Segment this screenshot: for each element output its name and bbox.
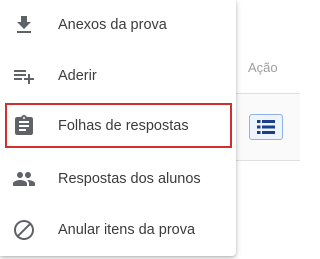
- menu-item-label: Folhas de respostas: [58, 118, 189, 134]
- menu-item-label: Anular itens da prova: [58, 222, 196, 238]
- column-header-action: Ação: [248, 60, 278, 75]
- menu-item-folhas-de-respostas[interactable]: Folhas de respostas: [0, 101, 236, 151]
- download-icon: [12, 13, 36, 37]
- block-icon: [12, 218, 36, 242]
- menu-item-anexos-da-prova[interactable]: Anexos da prova: [0, 0, 236, 50]
- assignment-icon: [12, 114, 36, 138]
- menu-item-aderir[interactable]: Aderir: [0, 51, 236, 101]
- menu-item-respostas-dos-alunos[interactable]: Respostas dos alunos: [0, 154, 236, 204]
- menu-item-label: Aderir: [58, 68, 97, 84]
- table-divider: [236, 160, 300, 161]
- menu-item-label: Respostas dos alunos: [58, 171, 201, 187]
- menu-item-anular-itens-da-prova[interactable]: Anular itens da prova: [0, 205, 236, 255]
- people-icon: [12, 167, 36, 191]
- actions-menu: Anexos da prova Aderir Folhas de respost…: [0, 0, 236, 256]
- menu-item-label: Anexos da prova: [58, 17, 167, 33]
- row-action-button[interactable]: [249, 114, 283, 140]
- list-icon: [257, 120, 275, 134]
- playlist-add-icon: [12, 64, 36, 88]
